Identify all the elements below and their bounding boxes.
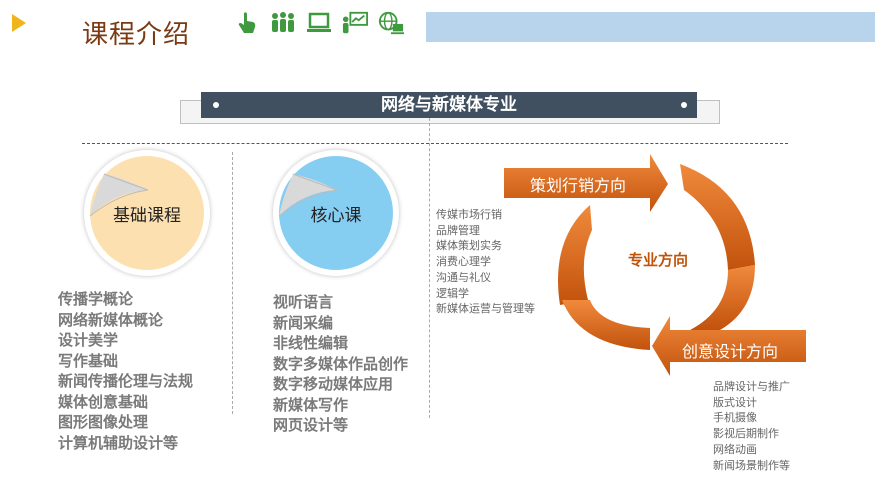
- list-item: 计算机辅助设计等: [58, 433, 179, 452]
- list-item: 数字移动媒体应用: [273, 375, 394, 393]
- list-item: 新闻采编: [273, 313, 334, 332]
- bullet-dot: [681, 102, 687, 108]
- cycle-arc-bottom: [562, 300, 650, 350]
- basic-courses-label: 基础课程: [113, 205, 181, 226]
- list-item: 影视后期制作: [713, 427, 779, 441]
- header-band: [426, 12, 875, 42]
- marketing-direction-label: 策划行销方向: [530, 176, 627, 195]
- list-item: 网络动画: [713, 442, 757, 456]
- design-courses-list: 品牌设计与推广 版式设计 手机摄像 影视后期制作 网络动画 新闻场景制作等: [713, 379, 790, 473]
- list-item: 手机摄像: [713, 411, 757, 425]
- list-item: 视听语言: [273, 293, 334, 311]
- list-item: 新闻场景制作等: [713, 458, 790, 472]
- list-item: 品牌设计与推广: [713, 380, 790, 393]
- cycle-arc-left: [558, 205, 592, 305]
- basic-courses-list: 传播学概论 网络新媒体概论 设计美学 写作基础 新闻传播伦理与法规 媒体创意基础…: [58, 289, 193, 453]
- list-item: 网络新媒体概论: [58, 310, 164, 329]
- cycle-arc-right: [680, 164, 755, 270]
- list-item: 新闻传播伦理与法规: [58, 372, 194, 390]
- bullet-dot: [213, 102, 219, 108]
- hand-pointer-icon[interactable]: [234, 10, 260, 36]
- direction-center-label: 专业方向: [628, 251, 689, 269]
- list-item: 图形图像处理: [58, 413, 149, 431]
- list-item: 媒体创意基础: [58, 392, 149, 411]
- list-item: 写作基础: [58, 351, 119, 370]
- divider-vertical: [232, 152, 233, 414]
- title-arrow-icon: [12, 14, 26, 32]
- list-item: 非线性编辑: [273, 334, 349, 352]
- list-item: 网页设计等: [273, 416, 349, 434]
- page-title: 课程介绍: [82, 20, 191, 50]
- list-item: 新媒体写作: [273, 395, 349, 414]
- list-item: 传播学概论: [58, 290, 134, 308]
- icon-toolbar: [234, 10, 404, 36]
- divider-line: [82, 143, 788, 144]
- list-item: 数字多媒体作品创作: [273, 354, 409, 373]
- presentation-icon[interactable]: [342, 10, 368, 36]
- laptop-icon[interactable]: [306, 10, 332, 36]
- divider-vertical: [429, 118, 430, 418]
- cycle-arc-lower-right: [690, 265, 755, 330]
- core-courses-label: 核心课: [310, 205, 362, 226]
- basic-courses-badge: 基础课程: [84, 150, 210, 276]
- globe-computer-icon[interactable]: [378, 10, 404, 36]
- list-item: 设计美学: [58, 331, 119, 349]
- people-group-icon[interactable]: [270, 10, 296, 36]
- list-item: 版式设计: [713, 395, 757, 409]
- core-courses-badge: 核心课: [273, 150, 399, 276]
- program-title: 网络与新媒体专业: [201, 92, 697, 118]
- core-courses-list: 视听语言 新闻采编 非线性编辑 数字多媒体作品创作 数字移动媒体应用 新媒体写作…: [273, 292, 408, 436]
- design-direction-label: 创意设计方向: [682, 342, 779, 361]
